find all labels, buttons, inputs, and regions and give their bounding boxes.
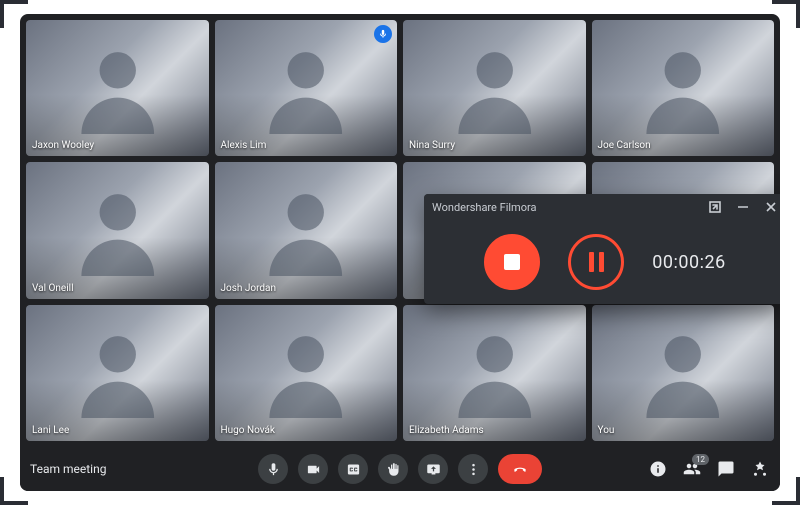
- person-icon: [440, 34, 550, 143]
- recorder-popout-button[interactable]: [708, 200, 722, 214]
- meeting-name-label: Team meeting: [30, 462, 106, 476]
- recorder-body: 00:00:26: [424, 220, 780, 304]
- mic-icon: [266, 462, 281, 477]
- participant-name: Lani Lee: [32, 425, 69, 436]
- person-icon: [440, 318, 550, 427]
- participant-tile[interactable]: Joe Carlson: [592, 20, 775, 156]
- person-icon: [63, 318, 173, 427]
- info-button[interactable]: [648, 459, 668, 479]
- person-icon: [628, 34, 738, 143]
- person-icon: [251, 34, 361, 143]
- hangup-button[interactable]: [498, 454, 542, 484]
- participant-name: You: [598, 425, 615, 436]
- participant-name: Jaxon Wooley: [32, 140, 94, 151]
- participant-name: Elizabeth Adams: [409, 425, 484, 436]
- participant-name: Nina Surry: [409, 140, 455, 151]
- participant-name: Josh Jordan: [221, 283, 277, 294]
- participant-tile[interactable]: Alexis Lim: [215, 20, 398, 156]
- participant-tile[interactable]: Elizabeth Adams: [403, 305, 586, 441]
- person-icon: [628, 318, 738, 427]
- recorder-elapsed-time: 00:00:26: [652, 252, 725, 273]
- activities-button[interactable]: [750, 459, 770, 479]
- bottom-toolbar: Team meeting 12: [20, 447, 780, 491]
- participant-name: Hugo Novák: [221, 425, 276, 436]
- present-screen-icon: [426, 462, 441, 477]
- recorder-window[interactable]: Wondershare Filmora 00:00:26: [424, 194, 780, 304]
- info-icon: [649, 460, 667, 478]
- recorder-stop-button[interactable]: [484, 234, 540, 290]
- raise-hand-icon: [386, 462, 401, 477]
- person-icon: [63, 176, 173, 285]
- participant-tile[interactable]: Val Oneill: [26, 162, 209, 298]
- participant-tile[interactable]: Josh Jordan: [215, 162, 398, 298]
- close-icon: [765, 201, 777, 213]
- camera-icon: [306, 462, 321, 477]
- minimize-icon: [737, 201, 749, 213]
- center-controls: [258, 454, 542, 484]
- mic-button[interactable]: [258, 454, 288, 484]
- participant-tile[interactable]: Lani Lee: [26, 305, 209, 441]
- pause-icon: [589, 252, 604, 272]
- person-icon: [251, 176, 361, 285]
- people-button[interactable]: 12: [682, 459, 702, 479]
- recorder-titlebar[interactable]: Wondershare Filmora: [424, 194, 780, 220]
- person-icon: [63, 34, 173, 143]
- participant-tile[interactable]: You: [592, 305, 775, 441]
- raise-hand-button[interactable]: [378, 454, 408, 484]
- activities-icon: [751, 460, 769, 478]
- captions-button[interactable]: [338, 454, 368, 484]
- present-button[interactable]: [418, 454, 448, 484]
- participant-name: Val Oneill: [32, 283, 74, 294]
- participant-name: Joe Carlson: [598, 140, 651, 151]
- participant-tile[interactable]: Nina Surry: [403, 20, 586, 156]
- people-count-badge: 12: [692, 454, 709, 465]
- recorder-pause-button[interactable]: [568, 234, 624, 290]
- recorder-minimize-button[interactable]: [736, 200, 750, 214]
- captions-icon: [346, 462, 361, 477]
- more-options-button[interactable]: [458, 454, 488, 484]
- meet-window: Jaxon Wooley Alexis Lim Nina Surry Joe C…: [20, 14, 780, 491]
- hangup-icon: [511, 462, 529, 477]
- chat-icon: [717, 460, 735, 478]
- popout-icon: [709, 201, 721, 213]
- more-vertical-icon: [466, 462, 481, 477]
- participant-name: Alexis Lim: [221, 140, 267, 151]
- speaking-indicator-icon: [374, 25, 392, 43]
- participant-tile[interactable]: Jaxon Wooley: [26, 20, 209, 156]
- camera-button[interactable]: [298, 454, 328, 484]
- person-icon: [251, 318, 361, 427]
- right-controls: 12: [648, 459, 770, 479]
- chat-button[interactable]: [716, 459, 736, 479]
- recorder-title-label: Wondershare Filmora: [432, 201, 536, 214]
- recorder-close-button[interactable]: [764, 200, 778, 214]
- participant-tile[interactable]: Hugo Novák: [215, 305, 398, 441]
- stop-icon: [504, 254, 520, 270]
